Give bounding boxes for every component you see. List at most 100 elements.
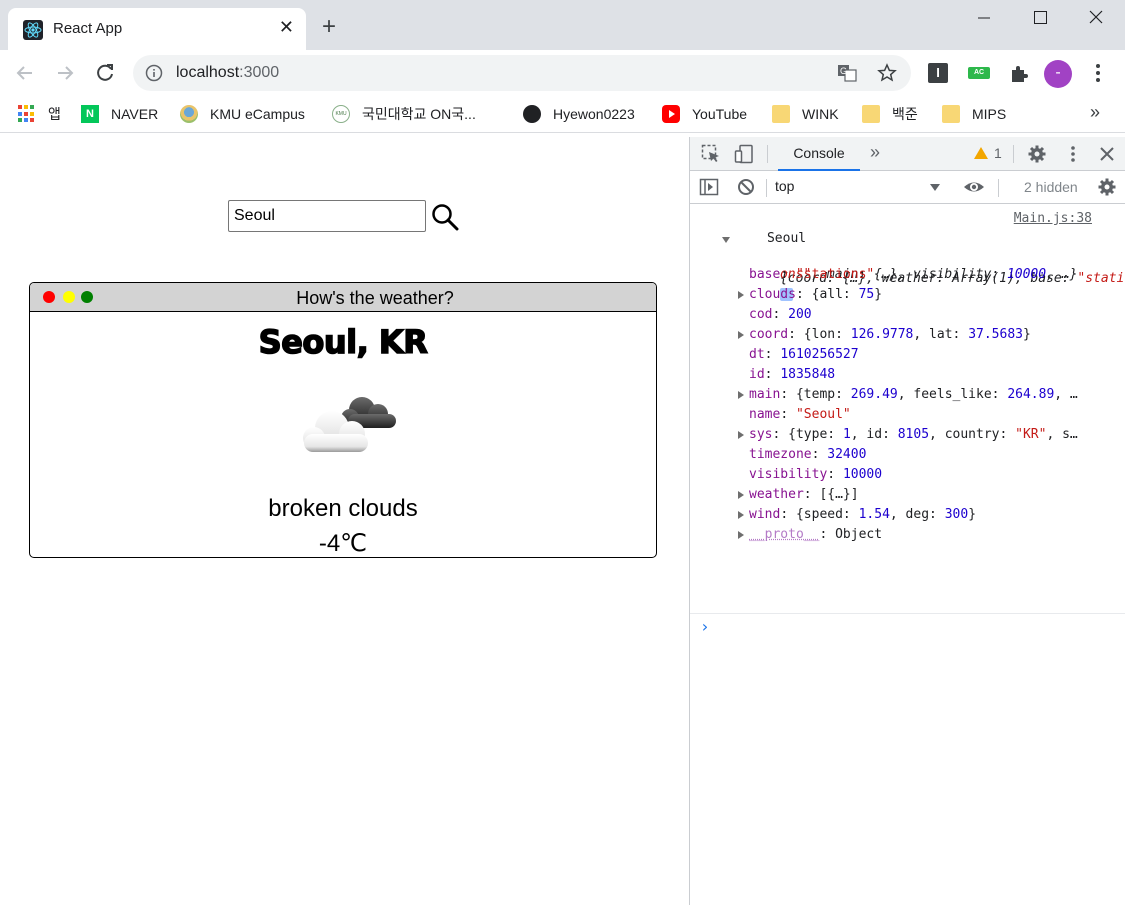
property-separator: : — [780, 407, 796, 422]
city-search-input[interactable] — [228, 200, 426, 232]
back-arrow-icon[interactable] — [14, 62, 36, 84]
window-close-button[interactable] — [1084, 6, 1108, 30]
search-icon[interactable] — [431, 203, 459, 231]
browser-tab-react-app[interactable]: React App ✕ — [8, 8, 306, 50]
more-tabs-button[interactable]: » — [870, 142, 880, 163]
bookmark-kookmin-on[interactable]: KMU 국민대학교 ON국... — [332, 104, 476, 124]
context-selector[interactable]: top — [775, 178, 943, 194]
value-token: , country: — [929, 427, 1016, 442]
expand-triangle-icon — [738, 391, 744, 399]
sidebar-toggle-icon[interactable] — [699, 177, 719, 202]
window-minimize-button[interactable] — [972, 6, 996, 30]
bookmarks-overflow-button[interactable]: » — [1090, 102, 1100, 123]
value-token: 126.9778 — [850, 327, 914, 342]
log-source-link[interactable]: Main.js:38 — [1014, 209, 1092, 229]
value-token: 300 — [944, 507, 969, 522]
bookmark-naver[interactable]: N NAVER — [81, 104, 158, 124]
tab-console[interactable]: Console — [778, 137, 860, 171]
toolbar-divider — [998, 179, 999, 197]
value-token: {all: — [811, 287, 859, 302]
property-key: base — [749, 267, 781, 282]
devtools-menu-icon[interactable] — [1063, 144, 1083, 169]
bookmarks-bar: 앱 N NAVER KMU eCampus KMU 국민대학교 ON국... H… — [0, 96, 1125, 133]
property-key: clouds — [749, 287, 796, 302]
bookmark-label: KMU eCampus — [210, 106, 305, 122]
browser-menu-icon[interactable] — [1088, 62, 1108, 84]
object-property-row: id: 1835848 — [690, 365, 1125, 385]
new-tab-button[interactable]: + — [322, 15, 336, 39]
value-token: } — [968, 507, 977, 522]
bookmark-youtube[interactable]: YouTube — [662, 104, 747, 124]
ecampus-logo-icon — [180, 105, 198, 123]
value-token: , … — [1054, 387, 1078, 402]
console-settings-gear-icon[interactable] — [1097, 177, 1117, 202]
bookmark-folder-baekjoon[interactable]: 백준 — [862, 104, 918, 124]
toolbar-divider — [767, 145, 768, 163]
property-value: 10000 — [842, 467, 883, 482]
property-key: timezone — [749, 447, 812, 462]
value-token: } — [1022, 327, 1031, 342]
bookmark-github[interactable]: Hyewon0223 — [523, 104, 635, 124]
apps-grid-icon — [18, 105, 36, 123]
close-devtools-icon[interactable] — [1097, 144, 1117, 169]
reload-icon[interactable] — [94, 62, 116, 84]
clear-console-icon[interactable] — [736, 177, 756, 202]
object-property-row[interactable]: weather: [{…}] — [690, 485, 1125, 505]
value-token: } — [874, 287, 883, 302]
object-property-row: dt: 1610256527 — [690, 345, 1125, 365]
temperature: -4℃ — [318, 530, 368, 557]
bookmark-kmu-ecampus[interactable]: KMU eCampus — [180, 104, 305, 124]
property-separator: : — [772, 427, 789, 442]
translate-icon[interactable]: G — [837, 63, 857, 83]
property-separator: : — [764, 347, 781, 362]
value-token: {type: — [788, 427, 843, 442]
warning-counter[interactable]: 1 — [974, 145, 1002, 161]
browser-titlebar: React App ✕ + — [0, 0, 1125, 50]
forward-arrow-icon[interactable] — [54, 62, 76, 84]
folder-icon — [772, 105, 790, 123]
property-key: visibility — [749, 467, 828, 482]
property-value: 32400 — [827, 447, 867, 462]
bookmark-folder-wink[interactable]: WINK — [772, 104, 839, 124]
object-property-row[interactable]: sys: {type: 1, id: 8105, country: "KR", … — [690, 425, 1125, 445]
bookmark-apps[interactable]: 앱 — [18, 104, 61, 124]
extension-i-icon[interactable]: I — [928, 63, 948, 83]
live-expression-eye-icon[interactable] — [963, 177, 985, 202]
inspect-element-icon[interactable] — [701, 144, 721, 169]
device-toolbar-icon[interactable] — [734, 144, 754, 169]
hidden-messages-count[interactable]: 2 hidden — [1024, 179, 1078, 195]
value-token: Object — [835, 527, 883, 542]
object-property-row[interactable]: wind: {speed: 1.54, deg: 300} — [690, 505, 1125, 525]
object-property-row[interactable]: __proto__: Object — [690, 525, 1125, 545]
object-property-row[interactable]: clouds: {all: 75} — [690, 285, 1125, 305]
object-property-row[interactable]: coord: {lon: 126.9778, lat: 37.5683} — [690, 325, 1125, 345]
property-value: {lon: 126.9778, lat: 37.5683} — [804, 327, 1031, 342]
bookmark-star-icon[interactable] — [877, 63, 897, 83]
property-separator: : — [780, 387, 796, 402]
bookmark-label: YouTube — [692, 106, 748, 122]
value-token: "KR" — [1015, 427, 1047, 442]
profile-avatar[interactable]: - — [1044, 60, 1072, 88]
object-property-row[interactable]: main: {temp: 269.49, feels_like: 264.89,… — [690, 385, 1125, 405]
settings-gear-icon[interactable] — [1027, 144, 1047, 169]
window-maximize-button[interactable] — [1028, 6, 1052, 30]
bookmark-folder-mips[interactable]: MIPS — [942, 104, 1006, 124]
naver-logo-icon: N — [81, 105, 99, 123]
property-key: cod — [749, 307, 773, 322]
property-key: id — [749, 367, 765, 382]
extension-ac-icon[interactable]: AC — [968, 67, 990, 79]
tab-close-icon[interactable]: ✕ — [279, 17, 294, 37]
property-value: 1610256527 — [780, 347, 859, 362]
value-token: 75 — [858, 287, 875, 302]
url-text: localhost:3000 — [176, 64, 279, 82]
object-property-row: timezone: 32400 — [690, 445, 1125, 465]
value-token: 8105 — [897, 427, 930, 442]
expand-triangle-icon — [738, 291, 744, 299]
site-info-icon[interactable] — [145, 64, 163, 82]
tab-title: React App — [53, 20, 123, 37]
address-bar[interactable]: localhost:3000 G — [133, 55, 911, 91]
bookmark-label: Hyewon0223 — [553, 106, 635, 122]
console-prompt[interactable]: › — [690, 613, 1125, 636]
extensions-puzzle-icon[interactable] — [1008, 63, 1030, 85]
value-token: {temp: — [795, 387, 851, 402]
